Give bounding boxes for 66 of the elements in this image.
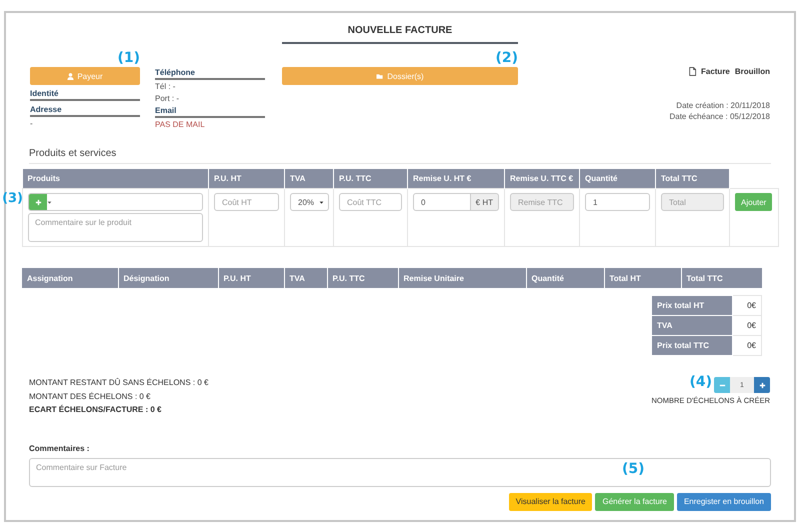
column-header: Assignation [22, 268, 118, 288]
total-label: Prix total TTC [652, 336, 732, 356]
column-header: Total HT [604, 268, 681, 288]
currency-addon: € HT [470, 193, 499, 211]
callout-label: (3) [2, 191, 23, 206]
creation-date: Date création : 20/11/2018 [675, 100, 770, 111]
action-button[interactable]: Visualiser la facture [508, 492, 592, 510]
plus-icon [758, 382, 766, 388]
mobile-value: Port : - [155, 93, 180, 105]
caret-icon [319, 200, 324, 204]
summary-line: MONTANT RESTANT DÛ SANS ÉCHELONS : 0 € [29, 377, 208, 389]
price-ttc-field[interactable]: Coût TTC [339, 193, 402, 211]
callout-label: (5) [622, 460, 645, 476]
column-header: Produits [22, 169, 208, 188]
email-label: Email [155, 105, 265, 118]
document-icon [688, 67, 697, 76]
price-ht-field[interactable]: Coût HT [214, 193, 279, 211]
address-label: Adresse [30, 104, 140, 117]
total-value: 0€ [732, 296, 762, 316]
product-comment-field[interactable]: Commentaire sur le produit [28, 213, 203, 242]
document-type: Facture [700, 67, 730, 76]
callout-label: (2) [495, 50, 518, 66]
increment-button[interactable] [754, 377, 770, 393]
callout-label: (1) [117, 50, 140, 66]
column-header: Désignation [118, 268, 218, 288]
summary-line: MONTANT DES ÉCHELONS : 0 € [29, 390, 152, 402]
total-label: Prix total HT [652, 296, 732, 316]
column-header: Total TTC [656, 169, 730, 188]
discount-ht-field[interactable]: 0 [413, 193, 471, 211]
address-value: - [30, 118, 34, 130]
page-title: NOUVELLE FACTURE [282, 24, 518, 44]
person-icon [67, 72, 74, 80]
due-date: Date échéance : 05/12/2018 [669, 111, 770, 122]
decrement-button[interactable] [714, 377, 730, 393]
folder-icon [376, 72, 384, 80]
column-header: Remise Unitaire [398, 268, 526, 288]
identity-label: Identité [30, 88, 140, 101]
comments-label: Commentaires : [29, 442, 90, 454]
total-label: TVA [652, 316, 732, 336]
email-value: PAS DE MAIL [155, 119, 206, 131]
column-header: P.U. HT [208, 169, 284, 188]
column-header: P.U. HT [218, 268, 284, 288]
caret-icon [47, 200, 52, 204]
tel-value: Tél : - [155, 81, 176, 93]
callout-label: (4) [689, 374, 712, 390]
total-value: 0€ [732, 316, 762, 336]
column-header: Total TTC [681, 268, 762, 288]
column-header: Remise U. TTC € [504, 169, 580, 188]
summary-line: ECART ÉCHELONS/FACTURE : 0 € [29, 404, 162, 416]
section-heading: Produits et services [29, 147, 771, 164]
column-header: TVA [284, 169, 334, 188]
column-header: Quantité [526, 268, 604, 288]
plus-icon [34, 198, 42, 206]
total-value: 0€ [732, 336, 762, 356]
column-header: Remise U. HT € [408, 169, 504, 188]
phone-label: Téléphone [155, 67, 265, 80]
column-header: P.U. TTC [334, 169, 408, 188]
quantity-field[interactable]: 1 [585, 193, 650, 211]
column-header: Quantité [580, 169, 656, 188]
column-header: P.U. TTC [327, 268, 398, 288]
product-select[interactable] [28, 193, 203, 211]
column-header: TVA [284, 268, 327, 288]
document-status: Brouillon [734, 67, 770, 76]
action-button[interactable]: Enregister en brouillon [676, 492, 771, 510]
vat-select[interactable]: 20% [290, 193, 329, 211]
add-product-button[interactable] [29, 194, 47, 210]
